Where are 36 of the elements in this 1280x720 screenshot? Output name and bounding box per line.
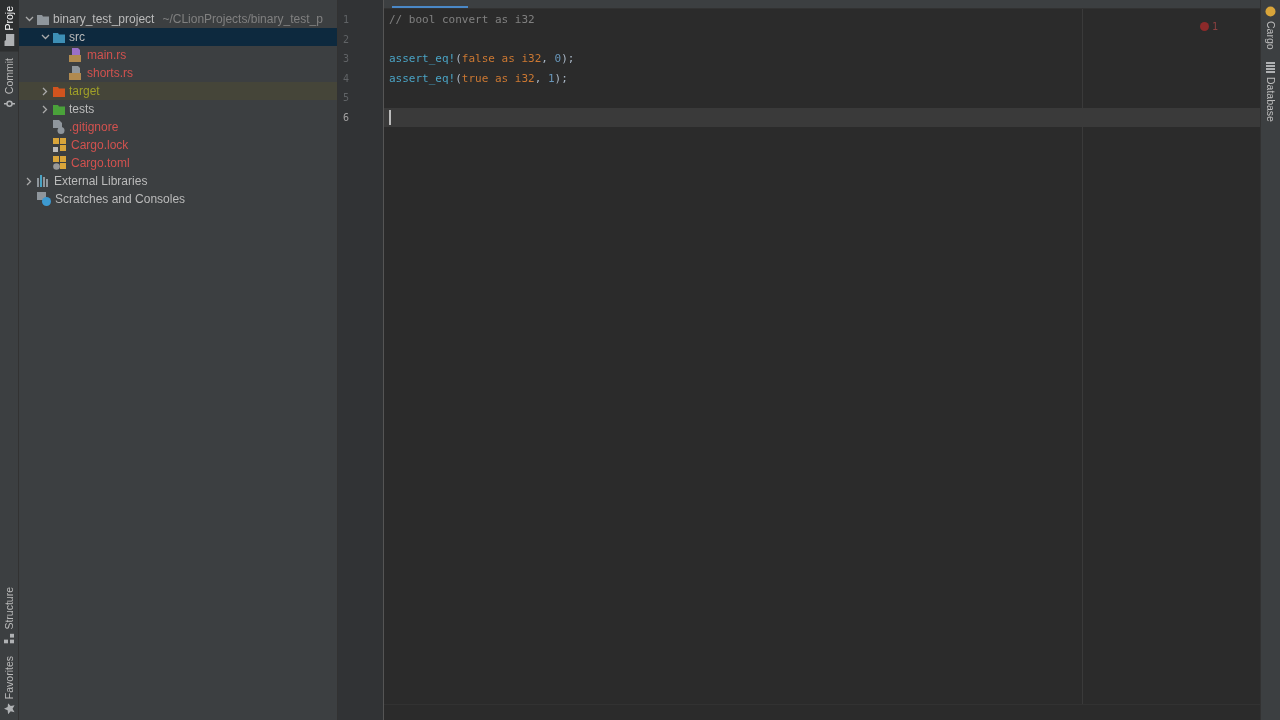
path-hint: ~/CLionProjects/binary_test_p xyxy=(162,11,323,28)
code-line: // bool convert as i32 xyxy=(389,13,535,26)
tree-row[interactable]: src xyxy=(19,28,337,46)
tree-label: main.rs xyxy=(87,47,127,64)
tool-window-tab[interactable]: Favorites xyxy=(0,649,19,720)
tree-label: External Libraries xyxy=(54,173,148,190)
code-line: assert_eq!(false as i32, 0); xyxy=(389,52,575,65)
commit-icon xyxy=(3,97,15,109)
error-count: 1 xyxy=(1211,20,1218,34)
tree-row[interactable]: target xyxy=(19,82,337,100)
text-caret xyxy=(389,110,391,125)
tree-label: tests xyxy=(69,101,95,118)
tool-window-tab[interactable]: Cargo xyxy=(1262,0,1279,56)
tool-window-tab[interactable]: Commit xyxy=(0,51,19,115)
line-number: 6 xyxy=(343,111,350,123)
tree-row[interactable]: External Libraries xyxy=(19,172,337,190)
tree-label: .gitignore xyxy=(69,119,119,136)
tree-row[interactable]: Scratches and Consoles xyxy=(19,190,337,208)
tool-window-tab[interactable]: Database xyxy=(1262,55,1279,128)
tree-label: binary_test_project xyxy=(53,11,155,28)
tree-label: Cargo.toml xyxy=(71,155,130,172)
tree-row[interactable]: binary_test_project ~/CLionProjects/binary_test_p xyxy=(19,10,337,28)
database-icon xyxy=(1265,61,1276,73)
tree-label: target xyxy=(69,83,100,100)
tool-window-tab[interactable]: Proje xyxy=(0,0,19,52)
code-line: assert_eq!(true as i32, 1); xyxy=(389,71,568,85)
tree-label: src xyxy=(69,29,85,46)
structure-icon xyxy=(4,633,14,644)
tree-label: Cargo.lock xyxy=(71,137,129,154)
cargo-icon xyxy=(1265,6,1276,17)
tree-label: shorts.rs xyxy=(87,65,133,82)
tool-window-tab[interactable]: Structure xyxy=(0,581,19,650)
tree-row[interactable]: tests xyxy=(19,100,337,118)
star-icon xyxy=(3,703,15,714)
tree-label: Scratches and Consoles xyxy=(55,191,186,208)
folder-icon xyxy=(3,34,15,46)
